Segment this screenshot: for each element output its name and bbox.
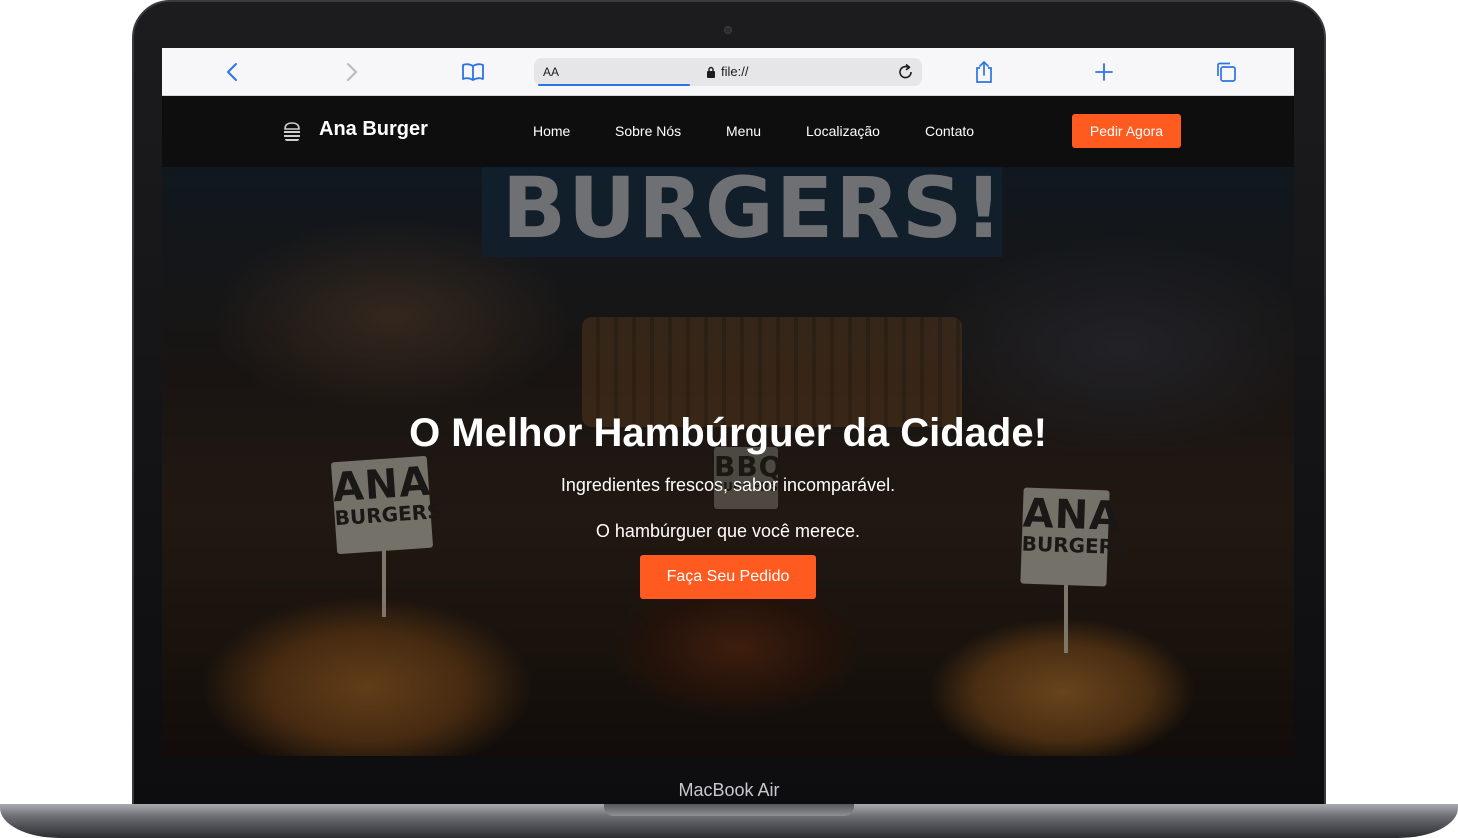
reload-icon[interactable]	[896, 62, 916, 82]
lock-icon	[707, 66, 715, 78]
nav-link-contato[interactable]: Contato	[925, 123, 974, 139]
forward-icon[interactable]	[340, 60, 364, 84]
nav-link-home[interactable]: Home	[533, 123, 570, 139]
bookmarks-icon[interactable]	[460, 60, 486, 84]
device-label: MacBook Air	[678, 780, 780, 800]
back-icon[interactable]	[220, 60, 244, 84]
burger-logo-icon	[282, 120, 302, 142]
nav-link-localizacao[interactable]: Localização	[806, 123, 880, 139]
order-now-button[interactable]: Pedir Agora	[1072, 114, 1181, 148]
hero-dark-overlay	[162, 167, 1294, 756]
url-text: file://	[721, 64, 749, 79]
brand-name[interactable]: Ana Burger	[319, 118, 428, 141]
camera-icon	[724, 26, 732, 34]
hero-section: BURGERS! ANA BURGERS ANA BURGERS BBQ BUR…	[162, 167, 1294, 756]
hero-subtitle-1: Ingredientes frescos, sabor incomparável…	[560, 475, 896, 495]
laptop-notch	[604, 804, 854, 816]
page-load-indicator	[538, 84, 690, 86]
site-navbar: Ana Burger Home Sobre Nós Menu Localizaç…	[162, 96, 1294, 167]
hero-subtitle-2: O hambúrguer que você merece.	[595, 521, 861, 541]
share-icon[interactable]	[972, 60, 996, 84]
browser-toolbar: AA file://	[162, 48, 1294, 96]
nav-link-menu[interactable]: Menu	[726, 123, 761, 139]
url-display: file://	[706, 64, 748, 79]
nav-link-sobre-nos[interactable]: Sobre Nós	[615, 123, 681, 139]
place-order-button[interactable]: Faça Seu Pedido	[640, 555, 816, 599]
laptop-mockup: AA file:// Ana Burger Home Sobre Nós Men…	[0, 0, 1458, 838]
new-tab-icon[interactable]	[1092, 60, 1116, 84]
hero-title: O Melhor Hambúrguer da Cidade!	[409, 411, 1047, 455]
tabs-icon[interactable]	[1214, 60, 1238, 84]
reader-aa-button[interactable]: AA	[543, 65, 559, 79]
laptop-screen: AA file:// Ana Burger Home Sobre Nós Men…	[162, 48, 1294, 756]
address-bar[interactable]: AA file://	[534, 58, 922, 86]
